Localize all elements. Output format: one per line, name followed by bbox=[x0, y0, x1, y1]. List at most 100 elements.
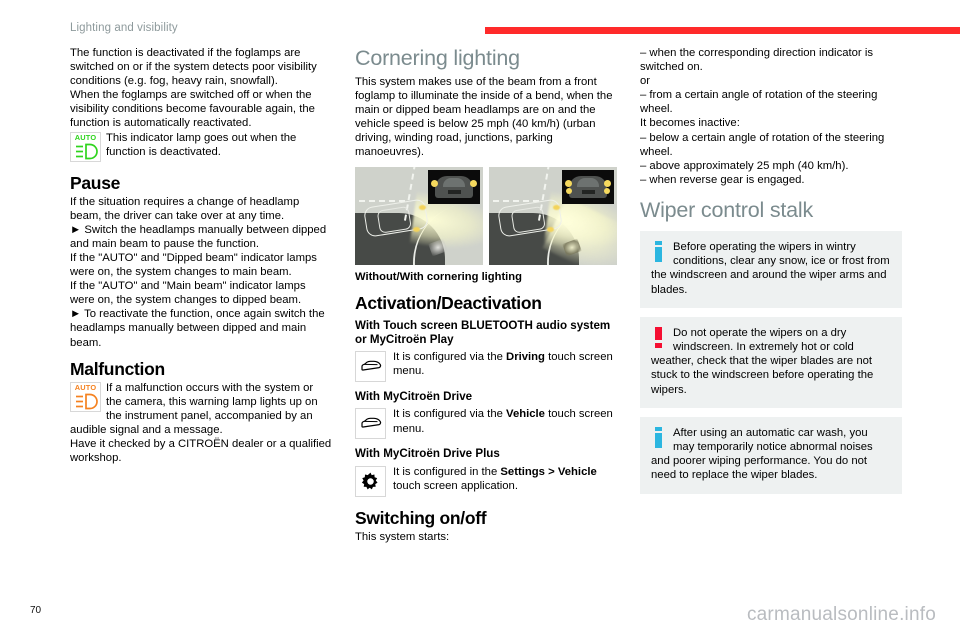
gear-icon bbox=[355, 465, 386, 497]
auto-headlamp-orange-icon: AUTO bbox=[70, 381, 101, 412]
info-note-wintry-conditions: Before operating the wipers in wintry co… bbox=[640, 230, 902, 308]
subheading-bluetooth-audio-system: With Touch screen BLUETOOTH audio system… bbox=[355, 318, 611, 346]
cornering-paragraph: This system makes use of the beam from a… bbox=[355, 76, 613, 159]
auto-label-green: AUTO bbox=[74, 132, 97, 142]
driving-menu-name: Driving bbox=[506, 351, 545, 364]
header-rule-divider bbox=[485, 27, 960, 34]
warning-note-dry-windscreen: Do not operate the wipers on a dry winds… bbox=[640, 316, 902, 408]
page-header: Lighting and visibility bbox=[0, 0, 960, 46]
site-watermark: carmanualsonline.info bbox=[746, 604, 936, 625]
info-icon bbox=[653, 426, 666, 449]
pause-step-2: ► To reactivate the function, once again… bbox=[70, 308, 325, 349]
foglamp-left-lit bbox=[566, 187, 572, 194]
config-text-3-pre: It is configured in the bbox=[393, 465, 501, 478]
settings-vehicle-path: Settings > Vehicle bbox=[500, 465, 597, 478]
bullet-direction-indicator: – when the corresponding direction indic… bbox=[640, 47, 873, 74]
bullet-above-speed: – above approximately 25 mph (40 km/h). bbox=[640, 159, 849, 172]
driving-menu-text: It is configured via the Driving touch s… bbox=[393, 350, 617, 378]
config-text-1-pre: It is configured via the bbox=[393, 351, 507, 364]
headlamp-left-lit bbox=[565, 179, 572, 187]
warning-note-text: Do not operate the wipers on a dry winds… bbox=[651, 326, 874, 396]
vehicle-menu-text: It is configured via the Vehicle touch s… bbox=[393, 407, 617, 435]
info-icon-bar bbox=[655, 432, 662, 448]
subheading-mycitroen-drive-plus: With MyCitroën Drive Plus bbox=[355, 447, 500, 461]
cornering-lighting-figure: Without/With cornering lighting bbox=[355, 166, 617, 284]
page-number: 70 bbox=[30, 605, 42, 616]
left-column: The function is deactivated if the fogla… bbox=[70, 46, 332, 465]
front-grille bbox=[582, 189, 595, 194]
bullet-steering-angle: – from a certain angle of rotation of th… bbox=[640, 89, 878, 116]
front-grille bbox=[448, 189, 461, 194]
warning-icon bbox=[653, 326, 666, 349]
page-content: The function is deactivated if the fogla… bbox=[0, 46, 960, 596]
pause-heading: Pause bbox=[70, 172, 121, 193]
or-connector: or bbox=[640, 75, 651, 88]
car-glyph bbox=[360, 418, 381, 429]
headlamp-symbol-orange bbox=[76, 393, 98, 409]
wiper-control-stalk-heading: Wiper control stalk bbox=[640, 197, 814, 222]
malfunction-heading: Malfunction bbox=[70, 358, 165, 379]
car-icon bbox=[355, 351, 386, 383]
headlamp-dot-front bbox=[553, 204, 560, 210]
middle-column: Cornering lighting This system makes use… bbox=[355, 46, 617, 544]
car-icon bbox=[355, 408, 386, 440]
switching-on-off-heading: Switching on/off bbox=[355, 507, 487, 528]
inset-car-front-view-off bbox=[428, 169, 480, 204]
subheading-mycitroen-drive: With MyCitroën Drive bbox=[355, 390, 473, 404]
warning-icon-dot bbox=[655, 342, 662, 348]
auto-indicator-lamp-green-block: AUTO This indicator lamp goes out when t… bbox=[70, 131, 332, 164]
pause-paragraph-2: If the "AUTO" and "Dipped beam" indicato… bbox=[70, 251, 317, 279]
front-car-body bbox=[435, 175, 473, 198]
intro-paragraph-1: The function is deactivated if the fogla… bbox=[70, 47, 317, 88]
figure-caption: Without/With cornering lighting bbox=[355, 270, 522, 283]
malfunction-lamp-text: If a malfunction occurs with the system … bbox=[70, 381, 318, 436]
vehicle-menu-name: Vehicle bbox=[506, 408, 545, 421]
info-icon-dot bbox=[655, 240, 662, 245]
pause-paragraph-1: If the situation requires a change of he… bbox=[70, 195, 300, 222]
front-car-body bbox=[569, 175, 607, 198]
lane-side-marking bbox=[493, 199, 539, 202]
foglamp-right-lit bbox=[604, 187, 610, 194]
info-note-car-wash: After using an automatic car wash, you m… bbox=[640, 416, 902, 494]
cornering-lamp-dot bbox=[547, 226, 554, 232]
driving-menu-row: It is configured via the Driving touch s… bbox=[355, 350, 617, 384]
config-text-2-pre: It is configured via the bbox=[393, 408, 507, 421]
config-text-3-post: touch screen application. bbox=[393, 479, 518, 492]
gear-glyph bbox=[361, 472, 378, 490]
headlamp-dot-side bbox=[413, 226, 420, 232]
inactive-intro: It becomes inactive: bbox=[640, 117, 740, 130]
malfunction-paragraph-2: Have it checked by a CITROËN dealer or a… bbox=[70, 437, 332, 465]
intro-paragraph-2: When the foglamps are switched off or wh… bbox=[70, 89, 315, 130]
auto-headlamp-green-icon: AUTO bbox=[70, 131, 101, 162]
bullet-reverse-gear: – when reverse gear is engaged. bbox=[640, 173, 805, 186]
figure-with-cornering-lighting bbox=[489, 166, 617, 265]
settings-menu-row: It is configured in the Settings > Vehic… bbox=[355, 465, 617, 499]
info-icon-bar bbox=[655, 246, 662, 262]
chapter-title: Lighting and visibility bbox=[70, 22, 178, 34]
figure-without-cornering-lighting bbox=[355, 166, 483, 265]
inset-car-front-view-on bbox=[562, 169, 614, 204]
car-glyph bbox=[360, 360, 381, 371]
info-icon-dot bbox=[655, 426, 662, 431]
warning-icon-bar bbox=[655, 326, 662, 340]
pause-step-1: ► Switch the headlamps manually between … bbox=[70, 223, 327, 250]
headlamp-left-lit bbox=[431, 179, 438, 187]
cornering-lighting-heading: Cornering lighting bbox=[355, 46, 520, 70]
indicator-lamp-green-text: This indicator lamp goes out when the fu… bbox=[106, 131, 297, 158]
right-column: – when the corresponding direction indic… bbox=[640, 46, 902, 494]
info-note-text: After using an automatic car wash, you m… bbox=[651, 426, 873, 482]
lane-side-marking bbox=[359, 199, 405, 202]
headlamp-right-lit bbox=[470, 179, 477, 187]
pause-paragraph-3: If the "AUTO" and "Main beam" indicator … bbox=[70, 280, 306, 307]
activation-deactivation-heading: Activation/Deactivation bbox=[355, 292, 542, 313]
auto-indicator-lamp-orange-block: AUTO If a malfunction occurs with the sy… bbox=[70, 381, 332, 437]
settings-menu-text: It is configured in the Settings > Vehic… bbox=[393, 465, 617, 493]
headlamp-symbol-green bbox=[76, 143, 98, 159]
auto-label-orange: AUTO bbox=[74, 382, 97, 392]
bullet-below-steering-angle: – below a certain angle of rotation of t… bbox=[640, 131, 885, 158]
switching-paragraph: This system starts: bbox=[355, 530, 450, 543]
vehicle-menu-row: It is configured via the Vehicle touch s… bbox=[355, 407, 617, 441]
info-icon bbox=[653, 240, 666, 263]
headlamp-dot-front bbox=[419, 204, 426, 210]
info-note-text: Before operating the wipers in wintry co… bbox=[651, 240, 890, 296]
